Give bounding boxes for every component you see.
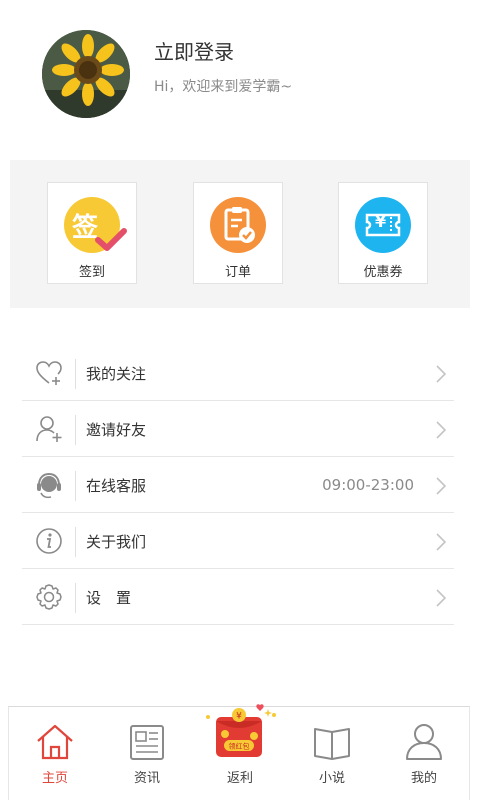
home-icon (37, 724, 73, 760)
menu-item-label: 我的关注 (86, 365, 147, 383)
menu-item-settings[interactable]: 设 置 (22, 569, 454, 625)
tab-home[interactable]: 主页 (9, 707, 101, 801)
bottom-tab-bar: 主页 资讯 ¥ 领红包 返利 小说 我的 (8, 704, 470, 801)
headset-icon (37, 472, 61, 499)
login-link[interactable]: 立即登录 (154, 36, 234, 65)
menu-item-label: 设 置 (86, 589, 132, 607)
tab-rebate[interactable]: ¥ 领红包 返利 (194, 704, 286, 801)
divider (75, 583, 76, 613)
tab-news[interactable]: 资讯 (101, 707, 193, 801)
coupon-ticket-icon: ¥ (355, 197, 411, 253)
red-packet-icon: ¥ 领红包 (206, 704, 276, 757)
add-user-icon (36, 416, 62, 442)
divider (75, 415, 76, 445)
menu-item-label: 在线客服 (86, 477, 147, 495)
profile-icon (406, 724, 442, 760)
coupons-label: 优惠券 (363, 265, 403, 280)
menu-item-label: 关于我们 (86, 533, 147, 551)
menu-item-customer-service[interactable]: 在线客服 09:00-23:00 (22, 457, 454, 513)
sign-in-label: 签到 (78, 265, 105, 280)
news-icon (130, 725, 164, 760)
tab-label: 小说 (318, 771, 345, 786)
quick-actions-panel: 签 签到 订单 ¥ 优惠券 (10, 160, 470, 308)
orders-label: 订单 (224, 265, 251, 280)
avatar[interactable] (42, 30, 130, 118)
tab-label: 资讯 (133, 771, 160, 786)
tab-label: 主页 (41, 771, 68, 786)
divider (75, 359, 76, 389)
menu-item-invite-friends[interactable]: 邀请好友 (22, 401, 454, 457)
info-icon (36, 528, 62, 554)
svg-text:¥: ¥ (236, 712, 242, 722)
tab-novel[interactable]: 小说 (286, 707, 378, 801)
chevron-right-icon (436, 421, 447, 439)
gear-icon (36, 584, 62, 610)
settings-menu: 我的关注 邀请好友 在线客服 09:00-23:00 关于我们 设 置 (22, 345, 454, 625)
tab-me[interactable]: 我的 (378, 707, 470, 801)
chevron-right-icon (436, 365, 447, 383)
red-packet-badge: 领红包 (229, 742, 250, 751)
divider (75, 471, 76, 501)
book-icon (314, 728, 350, 760)
service-hours: 09:00-23:00 (322, 476, 414, 494)
chevron-right-icon (436, 533, 447, 551)
heart-plus-icon (36, 361, 62, 385)
menu-item-label: 邀请好友 (86, 421, 147, 439)
divider (75, 527, 76, 557)
tab-label: 返利 (226, 771, 253, 786)
welcome-text: Hi，欢迎来到爱学霸~ (154, 79, 293, 95)
sign-in-button[interactable]: 签 签到 (47, 182, 137, 284)
menu-item-following[interactable]: 我的关注 (22, 345, 454, 401)
profile-header: 立即登录 Hi，欢迎来到爱学霸~ (0, 0, 480, 160)
order-clipboard-icon (210, 197, 266, 253)
chevron-right-icon (436, 589, 447, 607)
orders-button[interactable]: 订单 (193, 182, 283, 284)
sign-in-icon: 签 (64, 197, 127, 253)
coupons-button[interactable]: ¥ 优惠券 (338, 182, 428, 284)
menu-item-about-us[interactable]: 关于我们 (22, 513, 454, 569)
tab-label: 我的 (410, 771, 437, 786)
chevron-right-icon (436, 477, 447, 495)
